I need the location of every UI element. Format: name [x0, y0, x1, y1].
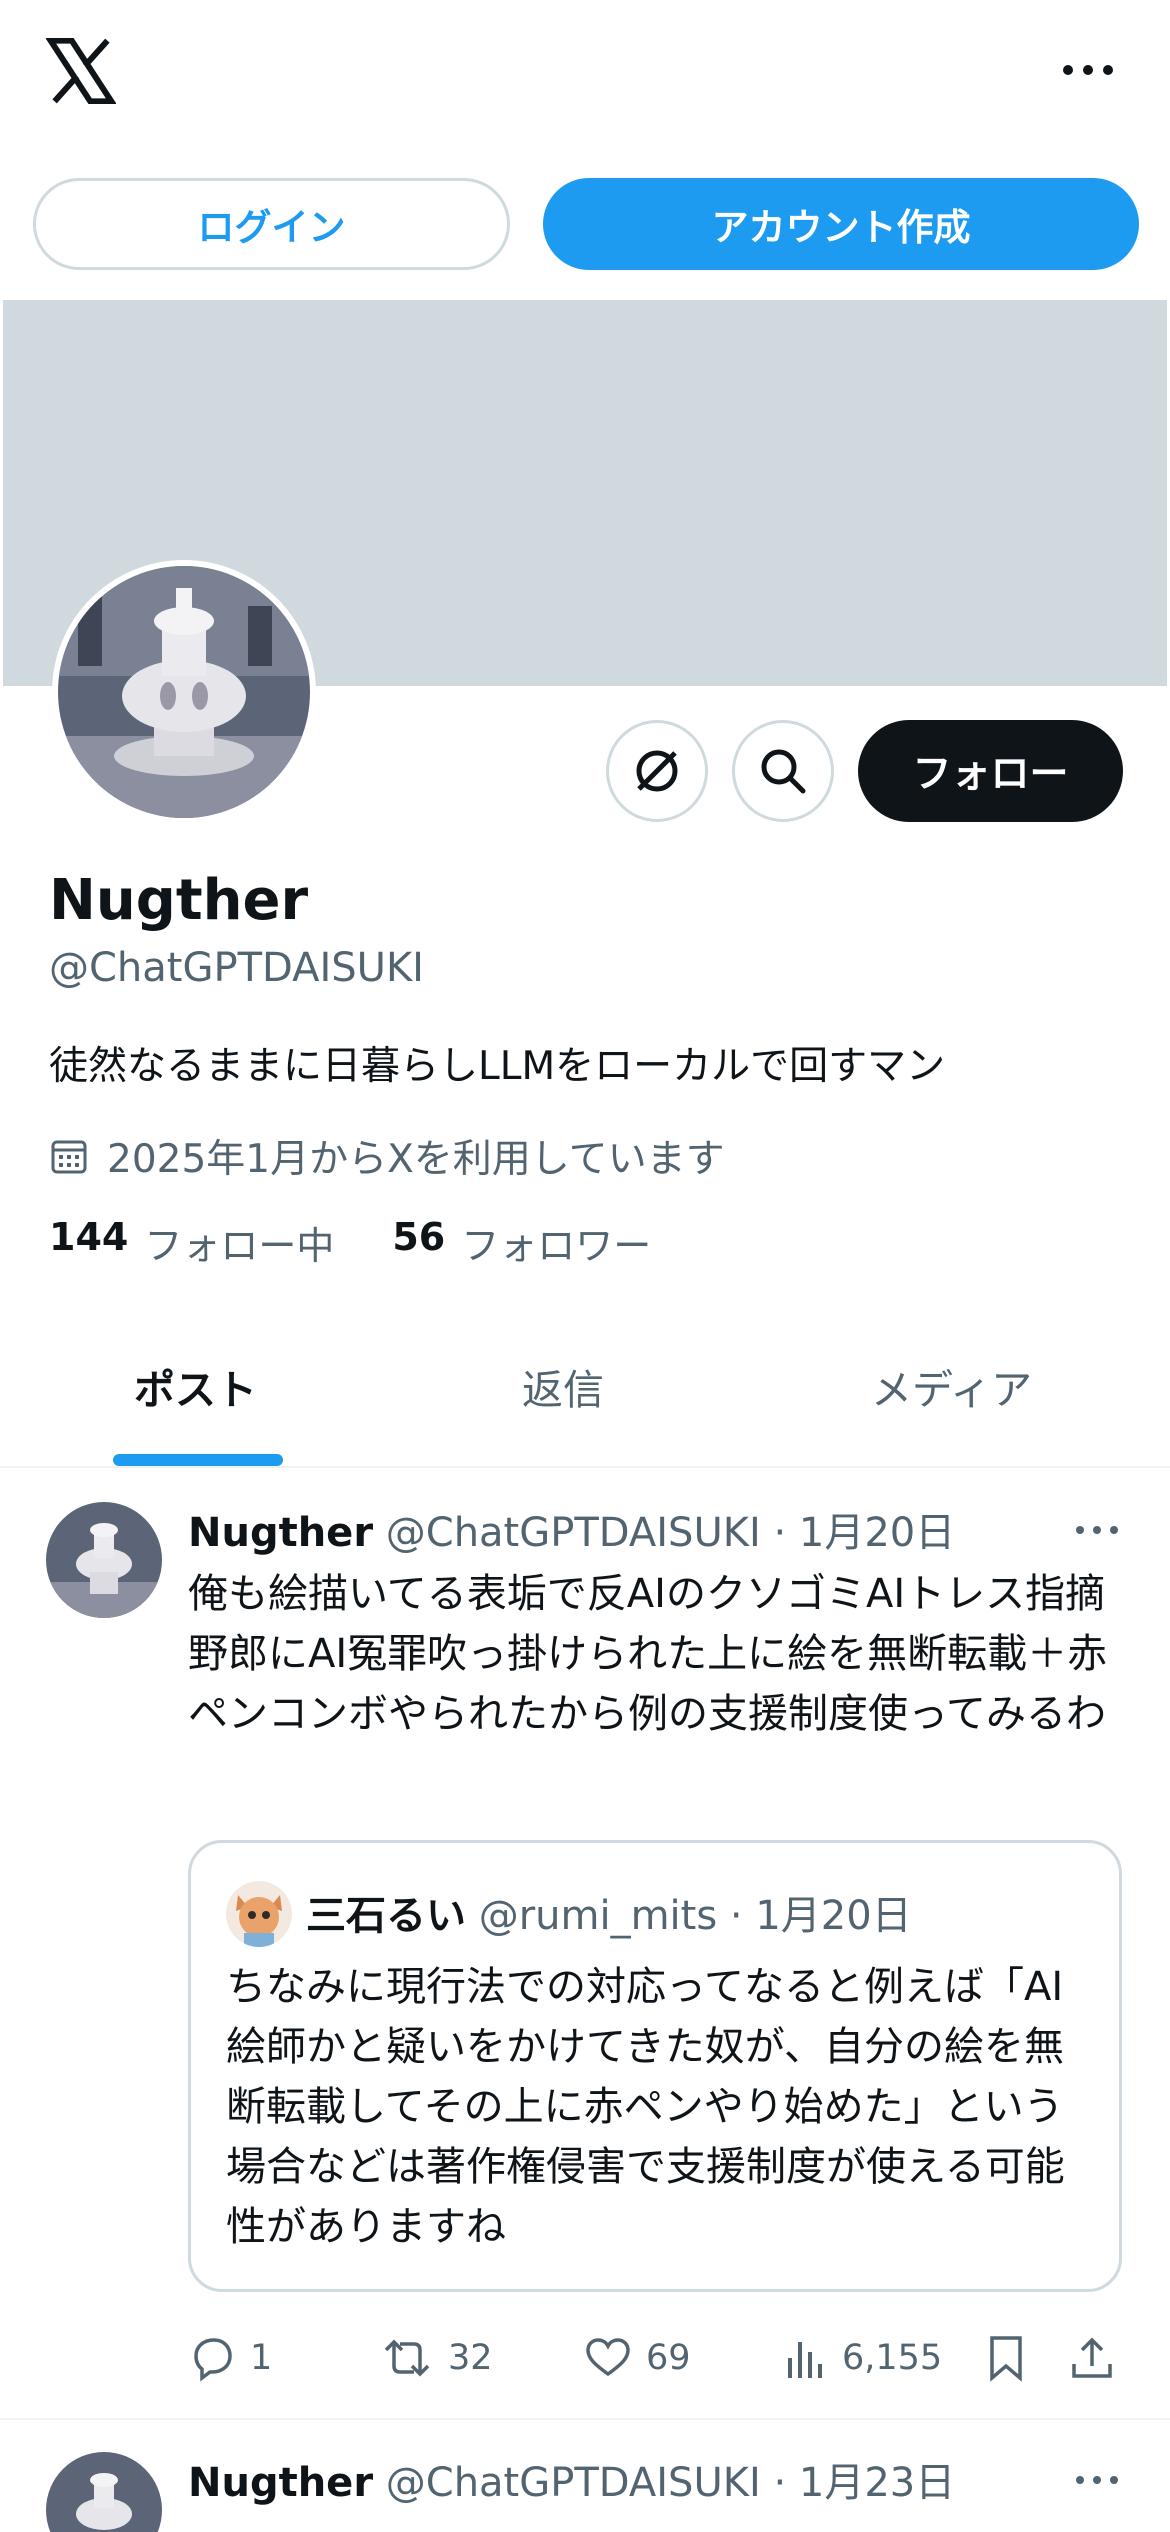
post-avatar[interactable] — [46, 2452, 162, 2532]
share-button[interactable] — [1068, 2328, 1116, 2388]
post-date[interactable]: · 1月20日 — [773, 1510, 955, 1556]
search-button[interactable] — [732, 720, 834, 822]
like-count: 69 — [646, 2338, 691, 2378]
display-name: Nugther — [49, 868, 309, 933]
heart-icon — [586, 2338, 630, 2377]
view-count: 6,155 — [842, 2338, 943, 2378]
grok-button[interactable] — [606, 720, 708, 822]
reply-button[interactable]: 1 — [188, 2328, 272, 2388]
post-author-name[interactable]: Nugther — [188, 2460, 373, 2506]
post-more-icon[interactable] — [1072, 1515, 1122, 1545]
avatar-image — [226, 1881, 292, 1947]
post-author-handle[interactable]: @ChatGPTDAISUKI — [386, 1510, 761, 1556]
post-author-handle[interactable]: @ChatGPTDAISUKI — [386, 2460, 761, 2506]
follow-button[interactable]: フォロー — [858, 720, 1123, 822]
avatar-image — [46, 1502, 162, 1618]
following-link[interactable]: 144 フォロー中 — [49, 1215, 334, 1270]
like-button[interactable]: 69 — [584, 2328, 691, 2388]
bookmark-icon — [990, 2336, 1022, 2382]
follow-counts: 144 フォロー中 56 フォロワー — [49, 1215, 709, 1270]
share-icon — [1072, 2337, 1112, 2378]
followers-count: 56 — [392, 1215, 446, 1259]
repost-button[interactable]: 32 — [380, 2328, 493, 2388]
post-divider — [0, 2418, 1170, 2420]
top-bar — [0, 0, 1170, 150]
post-more-icon[interactable] — [1072, 2465, 1122, 2495]
join-date-text: 2025年1月からXを利用しています — [107, 1137, 725, 1182]
following-count: 144 — [49, 1215, 129, 1259]
views-button[interactable]: 6,155 — [784, 2328, 942, 2388]
tab-replies[interactable]: 返信 — [522, 1356, 604, 1416]
quoted-date: · 1月20日 — [729, 1893, 912, 1939]
ellipsis-icon[interactable] — [1058, 50, 1118, 90]
grok-icon — [636, 750, 678, 792]
post-author-name[interactable]: Nugther — [188, 1510, 373, 1556]
quoted-avatar — [226, 1881, 292, 1947]
post-header: Nugther @ChatGPTDAISUKI · 1月23日 — [188, 2450, 955, 2508]
reply-count: 1 — [250, 2338, 273, 2378]
quoted-author-handle: @rumi_mits — [478, 1893, 718, 1939]
post-header: Nugther @ChatGPTDAISUKI · 1月20日 — [188, 1500, 955, 1558]
auth-buttons: ログイン アカウント作成 — [0, 178, 1170, 272]
profile-tabs: ポスト 返信 メディア — [0, 1330, 1170, 1468]
quoted-header: 三石るい @rumi_mits · 1月20日 — [306, 1883, 912, 1941]
avatar-image — [58, 566, 310, 818]
bookmark-button[interactable] — [984, 2328, 1028, 2388]
avatar-image — [46, 2452, 162, 2532]
quoted-text: ちなみに現行法での対応ってなると例えば「AI絵師かと疑いをかけてきた奴が、自分の… — [226, 1964, 1065, 2250]
post-text: 俺も絵描いてる表垢で反AIのクソゴミAIトレス指摘野郎にAI冤罪吹っ掛けられた上… — [188, 1571, 1108, 1737]
profile-bio: 徒然なるままに日暮らしLLMをローカルで回すマン — [49, 1044, 946, 1089]
quoted-author-name: 三石るい — [306, 1893, 466, 1939]
x-logo-icon[interactable] — [46, 38, 116, 104]
quoted-post[interactable]: 三石るい @rumi_mits · 1月20日 ちなみに現行法での対応ってなると… — [188, 1840, 1122, 2292]
tab-posts[interactable]: ポスト — [134, 1356, 257, 1416]
tab-media[interactable]: メディア — [871, 1356, 1032, 1416]
post-date[interactable]: · 1月23日 — [773, 2460, 955, 2506]
search-icon — [761, 749, 806, 794]
analytics-icon — [788, 2342, 822, 2378]
followers-label: フォロワー — [461, 1224, 652, 1268]
following-label: フォロー中 — [144, 1224, 335, 1268]
followers-link[interactable]: 56 フォロワー — [392, 1215, 651, 1270]
reply-icon — [194, 2338, 232, 2382]
user-handle: @ChatGPTDAISUKI — [49, 945, 424, 991]
create-account-button[interactable]: アカウント作成 — [543, 178, 1139, 270]
login-button[interactable]: ログイン — [33, 178, 510, 270]
profile-avatar[interactable] — [52, 560, 316, 824]
active-tab-indicator — [113, 1454, 283, 1466]
post-actions: 1 32 69 6,155 — [188, 2328, 1128, 2388]
join-date: 2025年1月からXを利用しています — [49, 1128, 725, 1184]
post-avatar[interactable] — [46, 1502, 162, 1618]
repost-icon — [384, 2339, 430, 2377]
repost-count: 32 — [448, 2338, 493, 2378]
calendar-icon — [51, 1140, 87, 1174]
